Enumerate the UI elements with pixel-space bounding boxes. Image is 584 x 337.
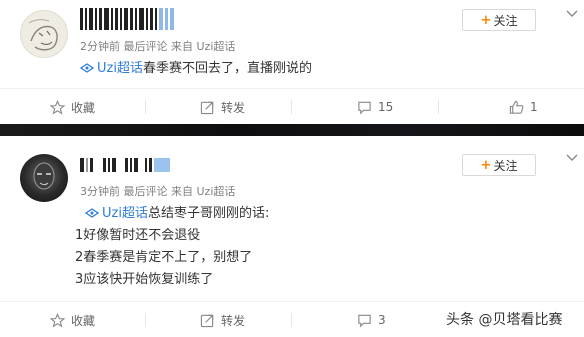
thumbs-up-icon: [509, 100, 524, 114]
action-bar: 收藏 转发 15 1: [0, 88, 584, 124]
comment-count: 3: [378, 313, 386, 327]
username-redacted[interactable]: [80, 8, 200, 30]
follow-label: 关注: [493, 13, 518, 28]
star-icon: [50, 99, 65, 115]
chevron-down-icon[interactable]: [566, 10, 578, 18]
user-avatar[interactable]: [20, 10, 68, 58]
collect-button[interactable]: 收藏: [50, 89, 95, 125]
plus-icon: +: [480, 12, 492, 28]
repost-button[interactable]: 转发: [200, 89, 245, 125]
content-line: 1好像暂时还不会退役: [75, 228, 201, 243]
divider: [291, 100, 292, 114]
post-meta: 3分钟前 最后评论 来自 Uzi超话: [80, 185, 236, 198]
star-icon: [50, 312, 65, 328]
comment-icon: [358, 314, 371, 327]
divider: [291, 313, 292, 327]
comment-icon: [358, 101, 371, 114]
content-line: 3应该快开始恢复训练了: [75, 272, 214, 287]
watermark: 头条 @贝塔看比赛: [446, 312, 563, 328]
plus-icon: +: [480, 157, 492, 173]
content-line: 2春季赛是肯定不上了，别想了: [75, 250, 253, 265]
super-topic-icon: [85, 208, 99, 218]
super-topic-link[interactable]: Uzi超话: [102, 206, 148, 221]
follow-button[interactable]: + 关注: [462, 154, 536, 176]
repost-label: 转发: [221, 313, 246, 328]
chevron-down-icon[interactable]: [566, 154, 578, 162]
repost-icon: [200, 314, 214, 327]
content-line: 总结枣子哥刚刚的话:: [147, 206, 270, 221]
content-line: 春季赛不回去了，直播刚说的: [142, 61, 312, 76]
follow-button[interactable]: + 关注: [462, 9, 536, 31]
collect-label: 收藏: [71, 100, 96, 115]
collect-button[interactable]: 收藏: [50, 302, 95, 337]
comment-count: 15: [378, 100, 394, 114]
collect-label: 收藏: [71, 313, 96, 328]
like-button[interactable]: 1: [509, 89, 538, 125]
super-topic-icon: [80, 63, 94, 73]
video-strip-background: [0, 124, 584, 136]
divider: [145, 100, 146, 114]
repost-label: 转发: [221, 100, 246, 115]
follow-label: 关注: [493, 158, 518, 173]
divider: [438, 100, 439, 114]
comment-button[interactable]: 15: [357, 89, 393, 125]
username-redacted[interactable]: [80, 158, 176, 172]
divider: [145, 313, 146, 327]
post-content: Uzi超话春季赛不回去了，直播刚说的: [80, 58, 312, 80]
weibo-post-1: 2分钟前 最后评论 来自 Uzi超话 + 关注 Uzi超话春季赛不回去了，直播刚…: [0, 0, 584, 124]
comment-button[interactable]: 3: [357, 302, 386, 337]
user-avatar[interactable]: [20, 154, 68, 202]
post-meta: 2分钟前 最后评论 来自 Uzi超话: [80, 40, 236, 53]
repost-icon: [200, 101, 214, 114]
weibo-post-2: 3分钟前 最后评论 来自 Uzi超话 + 关注 Uzi超话总结枣子哥刚刚的话: …: [0, 136, 584, 337]
like-count: 1: [530, 100, 538, 114]
super-topic-link[interactable]: Uzi超话: [97, 61, 143, 76]
post-content: Uzi超话总结枣子哥刚刚的话: 1好像暂时还不会退役 2春季赛是肯定不上了，别想…: [75, 203, 270, 291]
repost-button[interactable]: 转发: [200, 302, 245, 337]
